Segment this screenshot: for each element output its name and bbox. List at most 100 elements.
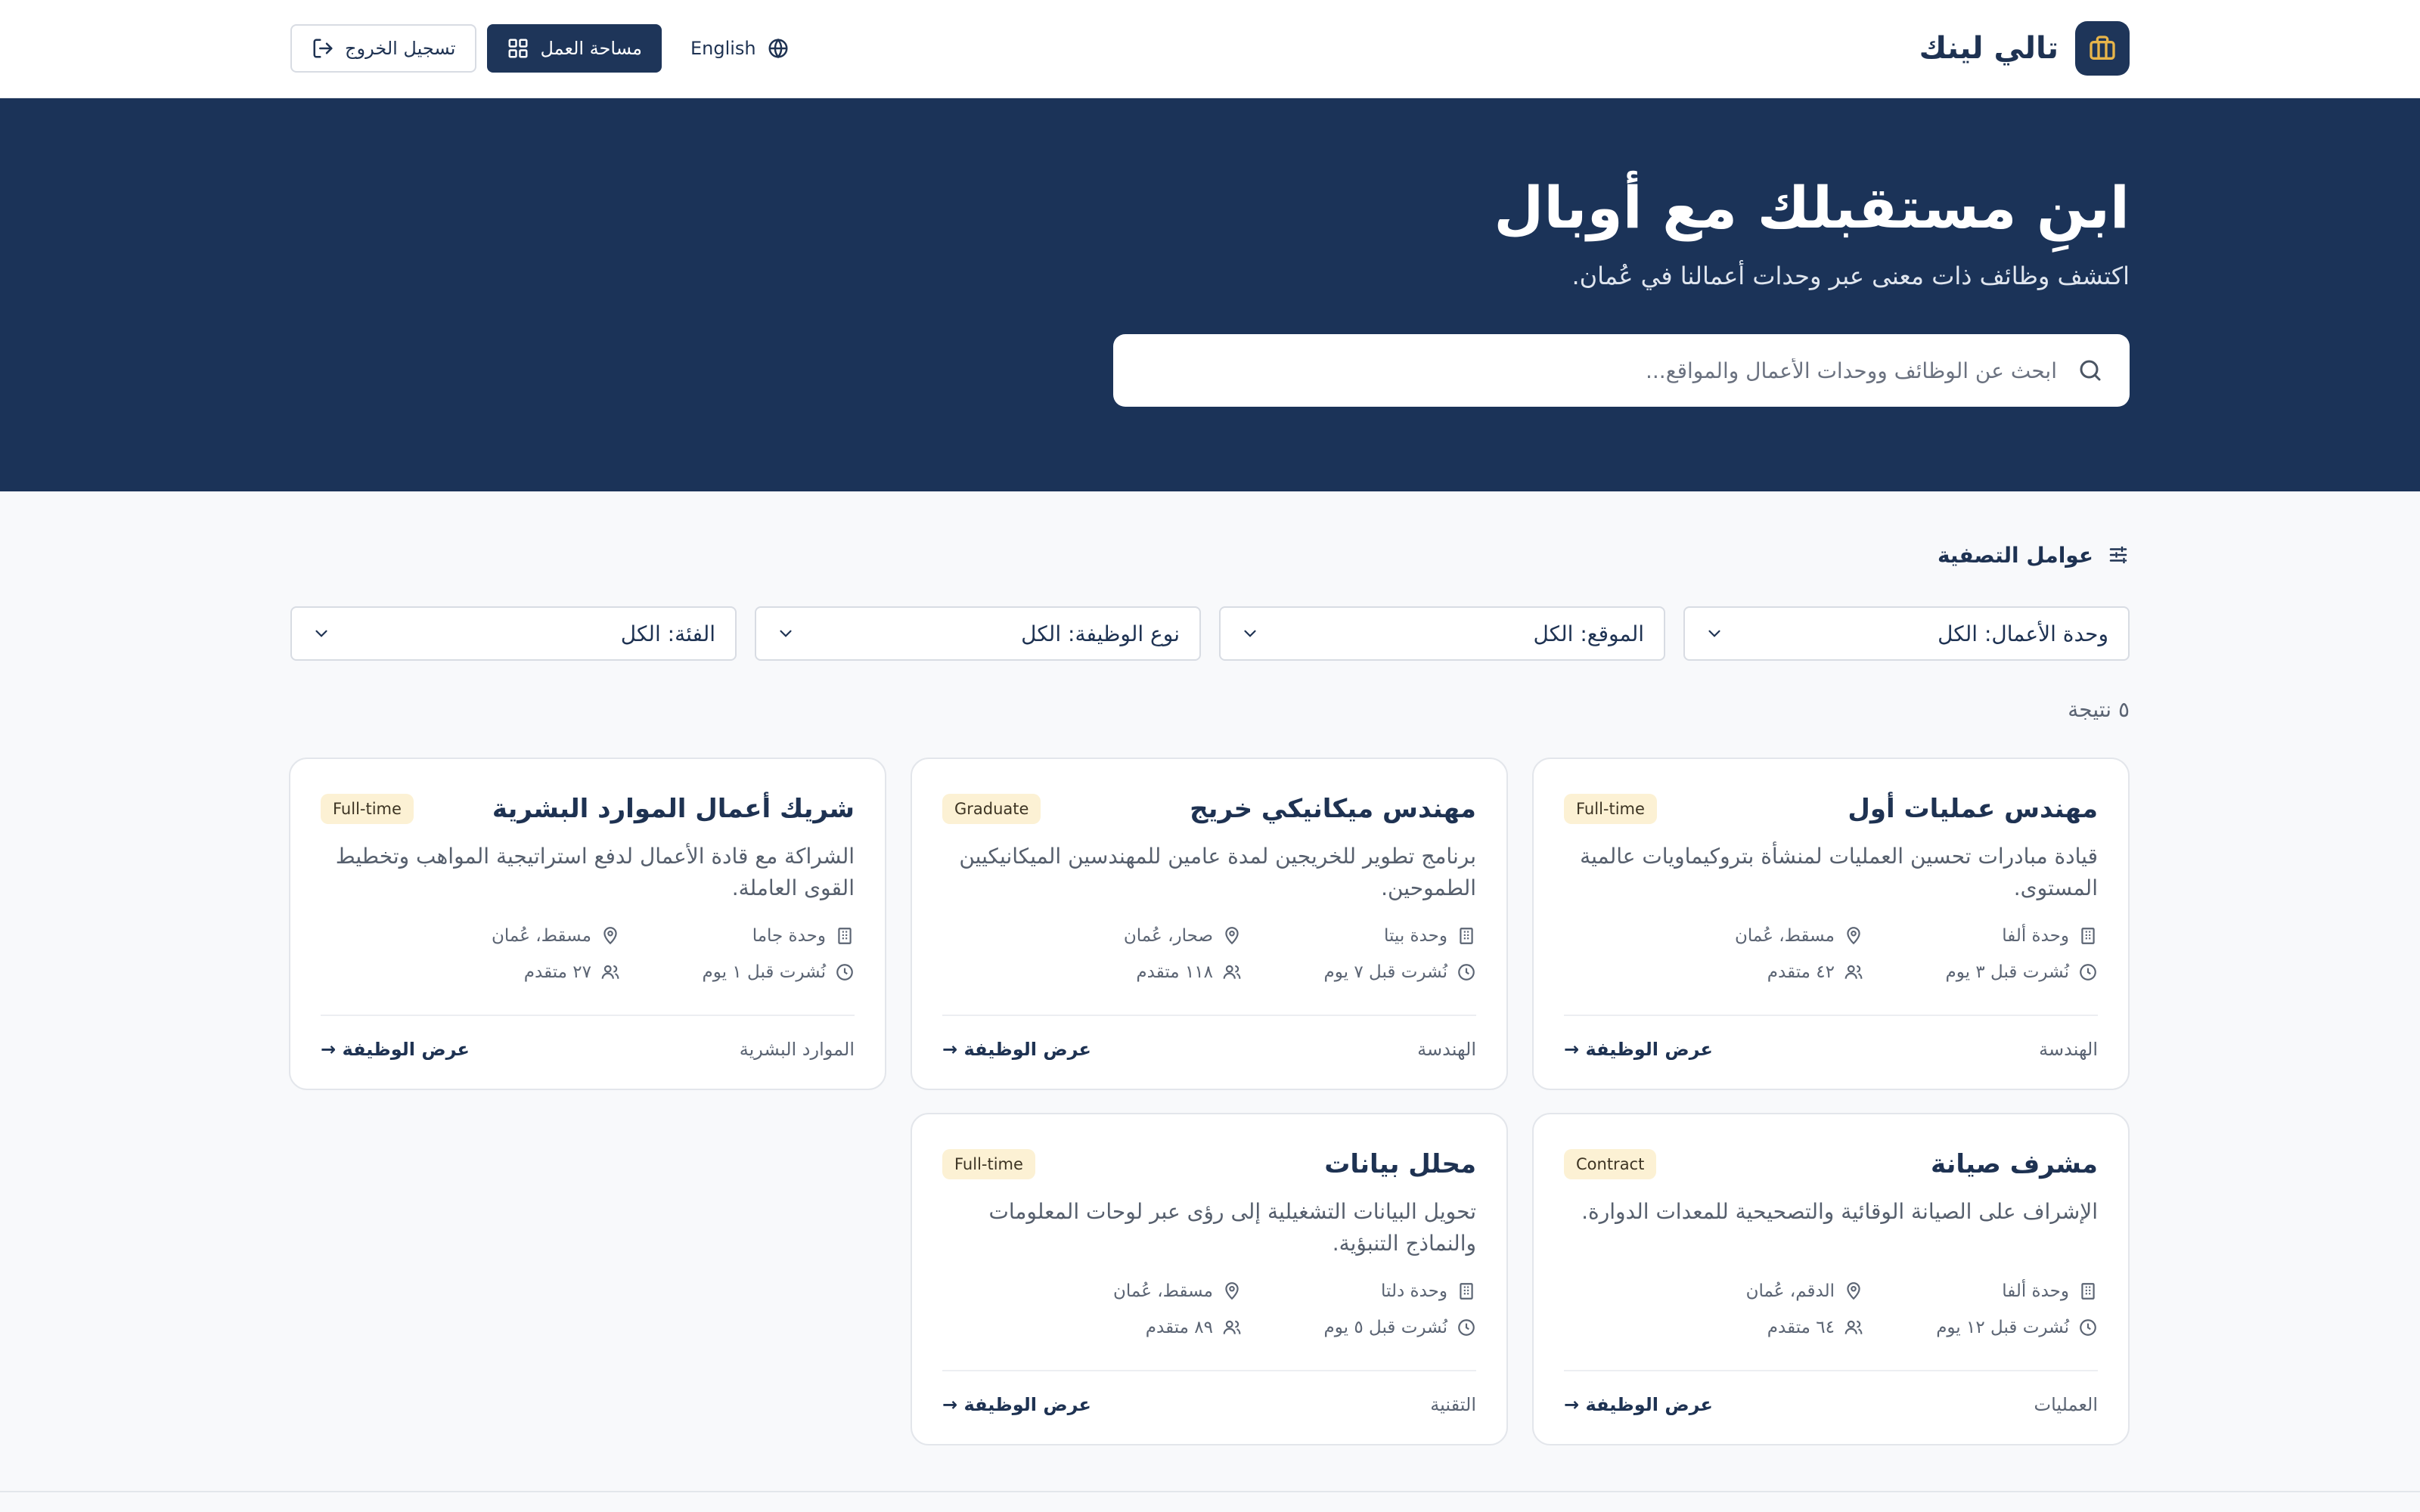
- job-location-label: مسقط، عُمان: [1735, 926, 1835, 946]
- job-posted-label: نُشرت قبل ٥ يوم: [1323, 1318, 1447, 1337]
- job-applicants-label: ٦٤ متقدم: [1767, 1318, 1835, 1337]
- job-title[interactable]: محلل بيانات: [1324, 1149, 1476, 1179]
- job-location-label: الدقم، عُمان: [1745, 1281, 1835, 1301]
- job-card-header: مشرف صيانة Contract: [1564, 1143, 2098, 1185]
- job-applicants: ٢٧ متقدم: [386, 962, 620, 983]
- job-card-header: محلل بيانات Full-time: [942, 1143, 1476, 1185]
- map-pin-icon: [1222, 1281, 1242, 1301]
- job-applicants: ٦٤ متقدم: [1629, 1317, 1863, 1338]
- job-card[interactable]: شريك أعمال الموارد البشرية Full-time الش…: [289, 758, 886, 1090]
- workspace-button[interactable]: مساحة العمل: [487, 24, 662, 73]
- chevron-down-icon: [1240, 624, 1260, 643]
- footer-divider: [0, 1491, 2420, 1492]
- job-type-filter[interactable]: نوع الوظيفة: الكل: [755, 606, 1201, 661]
- map-pin-icon: [600, 926, 620, 946]
- job-meta: وحدة ألفا الدقم، عُمان نُشرت قبل ١٢ يوم: [1629, 1281, 2098, 1338]
- search-box: [1113, 334, 2130, 407]
- globe-icon: [767, 37, 790, 60]
- job-posted-label: نُشرت قبل ٧ يوم: [1323, 962, 1447, 982]
- job-card-header: مهندس ميكانيكي خريج Graduate: [942, 788, 1476, 830]
- job-unit-label: وحدة ألفا: [2002, 926, 2069, 946]
- category-filter[interactable]: الفئة: الكل: [290, 606, 737, 661]
- job-unit: وحدة دلتا: [1242, 1281, 1476, 1302]
- job-posted-label: نُشرت قبل ٣ يوم: [1945, 962, 2069, 982]
- job-card-footer: الموارد البشرية عرض الوظيفة →: [321, 1015, 855, 1060]
- top-navigation-bar: تالي لينك تسجيل الخروج مساحة العمل Engli…: [0, 0, 2420, 98]
- logout-button[interactable]: تسجيل الخروج: [290, 24, 477, 73]
- clock-icon: [835, 962, 855, 982]
- sliders-icon: [2107, 544, 2130, 566]
- location-value: الموقع: الكل: [1533, 621, 1644, 646]
- users-icon: [1844, 962, 1863, 982]
- job-applicants-label: ٢٧ متقدم: [523, 962, 591, 982]
- job-category: الهندسة: [2039, 1039, 2098, 1060]
- users-icon: [1222, 962, 1242, 982]
- search-input[interactable]: [1139, 358, 2057, 383]
- clock-icon: [1457, 1318, 1476, 1337]
- job-posted-label: نُشرت قبل ١٢ يوم: [1936, 1318, 2069, 1337]
- clock-icon: [2078, 962, 2098, 982]
- job-unit: وحدة بيتا: [1242, 925, 1476, 947]
- job-location: مسقط، عُمان: [1007, 1281, 1242, 1302]
- building-icon: [2078, 1281, 2098, 1301]
- job-location: مسقط، عُمان: [1629, 925, 1863, 947]
- results-count: ٥ نتيجة: [2068, 697, 2130, 722]
- view-job-link[interactable]: عرض الوظيفة →: [942, 1039, 1091, 1060]
- map-pin-icon: [1222, 926, 1242, 946]
- job-card[interactable]: مهندس عمليات أول Full-time قيادة مبادرات…: [1532, 758, 2130, 1090]
- job-card-header: شريك أعمال الموارد البشرية Full-time: [321, 788, 855, 830]
- job-description: قيادة مبادرات تحسين العمليات لمنشأة بترو…: [1580, 844, 2098, 900]
- building-icon: [835, 926, 855, 946]
- job-posted: نُشرت قبل ٧ يوم: [1242, 962, 1476, 983]
- job-title[interactable]: مشرف صيانة: [1931, 1149, 2098, 1179]
- job-card-footer: العمليات عرض الوظيفة →: [1564, 1370, 2098, 1415]
- filters-heading: عوامل التصفية: [1938, 537, 2130, 573]
- briefcase-icon: [2075, 21, 2130, 76]
- job-type-badge: Full-time: [942, 1149, 1035, 1179]
- job-description: تحويل البيانات التشغيلية إلى رؤى عبر لوح…: [988, 1199, 1476, 1256]
- view-job-link[interactable]: عرض الوظيفة →: [942, 1394, 1091, 1415]
- job-card[interactable]: مشرف صيانة Contract الإشراف على الصيانة …: [1532, 1113, 2130, 1445]
- job-category: الهندسة: [1417, 1039, 1476, 1060]
- view-job-link[interactable]: عرض الوظيفة →: [321, 1039, 470, 1060]
- view-job-link[interactable]: عرض الوظيفة →: [1564, 1039, 1713, 1060]
- job-applicants: ١١٨ متقدم: [1007, 962, 1242, 983]
- job-unit: وحدة ألفا: [1863, 925, 2098, 947]
- job-card[interactable]: محلل بيانات Full-time تحويل البيانات الت…: [911, 1113, 1508, 1445]
- job-card[interactable]: مهندس ميكانيكي خريج Graduate برنامج تطوي…: [911, 758, 1508, 1090]
- job-type-badge: Full-time: [1564, 794, 1657, 824]
- hero-banner: ابنِ مستقبلك مع أوبال اكتشف وظائف ذات مع…: [0, 98, 2420, 491]
- hero-title: ابنِ مستقبلك مع أوبال: [1494, 174, 2130, 241]
- workspace-label: مساحة العمل: [540, 38, 642, 59]
- job-location: الدقم، عُمان: [1629, 1281, 1863, 1302]
- search-icon: [2077, 357, 2104, 384]
- job-category: الموارد البشرية: [739, 1039, 855, 1060]
- job-location: صحار، عُمان: [1007, 925, 1242, 947]
- view-job-link[interactable]: عرض الوظيفة →: [1564, 1394, 1713, 1415]
- language-switch[interactable]: English: [672, 24, 808, 73]
- job-applicants: ٤٢ متقدم: [1629, 962, 1863, 983]
- job-posted: نُشرت قبل ٥ يوم: [1242, 1317, 1476, 1338]
- job-applicants-label: ٤٢ متقدم: [1767, 962, 1835, 982]
- job-applicants-label: ٨٩ متقدم: [1145, 1318, 1213, 1337]
- brand-name: تالي لينك: [1919, 31, 2059, 66]
- business-unit-filter[interactable]: وحدة الأعمال: الكل: [1683, 606, 2130, 661]
- brand[interactable]: تالي لينك: [1919, 21, 2130, 76]
- job-card-footer: الهندسة عرض الوظيفة →: [942, 1015, 1476, 1060]
- job-title[interactable]: شريك أعمال الموارد البشرية: [492, 794, 855, 824]
- job-description: برنامج تطوير للخريجين لمدة عامين للمهندس…: [959, 844, 1476, 900]
- job-title[interactable]: مهندس عمليات أول: [1848, 794, 2098, 824]
- logout-icon: [312, 37, 334, 60]
- hero-subtitle: اكتشف وظائف ذات معنى عبر وحدات أعمالنا ف…: [1571, 262, 2130, 290]
- job-unit: وحدة جاما: [620, 925, 855, 947]
- job-meta: وحدة جاما مسقط، عُمان نُشرت قبل ١ يوم ٢٧…: [386, 925, 855, 983]
- clock-icon: [2078, 1318, 2098, 1337]
- job-title[interactable]: مهندس ميكانيكي خريج: [1190, 794, 1476, 824]
- building-icon: [2078, 926, 2098, 946]
- job-meta: وحدة دلتا مسقط، عُمان نُشرت قبل ٥ يوم ٨٩…: [1007, 1281, 1476, 1338]
- map-pin-icon: [1844, 1281, 1863, 1301]
- location-filter[interactable]: الموقع: الكل: [1219, 606, 1665, 661]
- users-icon: [1844, 1318, 1863, 1337]
- language-label: English: [690, 38, 756, 59]
- job-description: الشراكة مع قادة الأعمال لدفع استراتيجية …: [335, 844, 855, 900]
